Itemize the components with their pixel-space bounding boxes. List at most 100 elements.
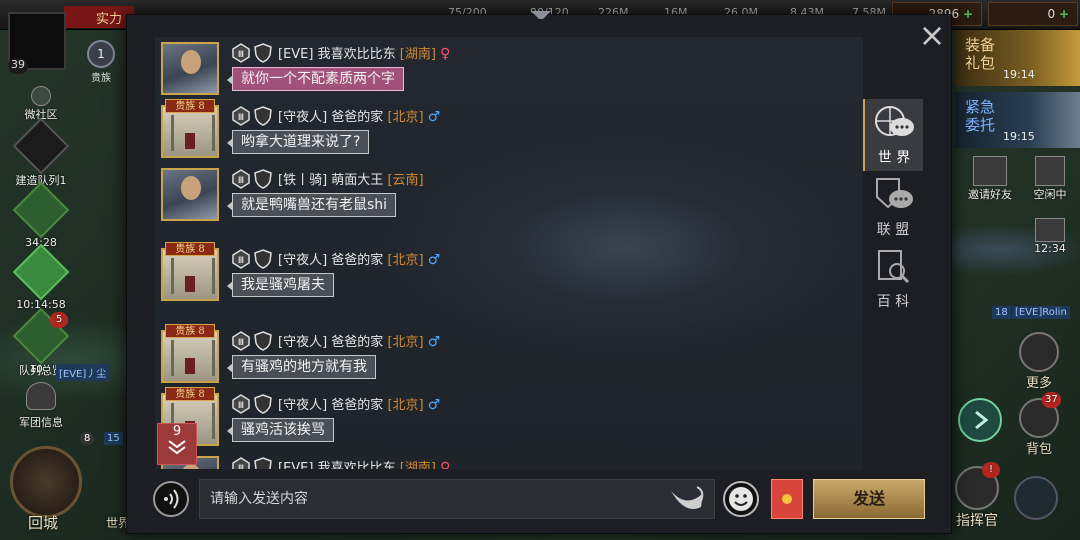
svg-text:Ⅲ: Ⅲ xyxy=(238,338,244,348)
gem-plus-icon[interactable]: + xyxy=(1059,7,1069,21)
bag-button[interactable]: 背包 37 xyxy=(1014,392,1064,457)
chat-message: 贵族 8 Ⅲ [守夜人] 爸爸的家 [北京] ♂ 骚鸡活该挨骂 xyxy=(155,387,855,448)
noble-tag: 贵族 8 xyxy=(165,324,215,338)
sender-name: 爸爸的家 xyxy=(331,253,384,268)
idle-timer[interactable]: 12:34 xyxy=(1022,218,1078,255)
more-button[interactable]: 更多 xyxy=(1014,332,1064,391)
collapse-chevron-icon[interactable] xyxy=(531,11,551,23)
sender-location: [湖南] xyxy=(399,461,436,469)
sender-name-line[interactable]: [守夜人] 爸爸的家 [北京] ♂ xyxy=(278,106,440,125)
close-button[interactable]: × xyxy=(917,19,947,51)
smiley-icon xyxy=(729,487,753,511)
chat-message-list[interactable]: Ⅲ [EVE] 我喜欢比比东 [湖南] ♀ 就你一个不配素质两个字 贵族 8 Ⅲ… xyxy=(155,37,863,469)
message-bubble[interactable]: 哟拿大道理来说了? xyxy=(226,130,370,154)
sender-name: 爸爸的家 xyxy=(331,335,384,350)
voice-button[interactable] xyxy=(153,481,189,517)
ally-level: 18 xyxy=(992,306,1011,319)
gem-value: 0 xyxy=(1047,7,1056,21)
message-bubble[interactable]: 就是鸭嘴兽还有老鼠shi xyxy=(226,193,397,217)
castle-upgrade-icon xyxy=(12,181,70,239)
tab-encyclopedia[interactable]: 百 科 xyxy=(863,243,923,315)
female-icon: ♀ xyxy=(440,46,451,62)
sender-name: 萌面大王 xyxy=(331,173,384,188)
sender-name-line[interactable]: [守夜人] 爸爸的家 [北京] ♂ xyxy=(278,394,440,413)
compass-button[interactable] xyxy=(1014,476,1058,520)
idle-status-button[interactable]: 空闲中 xyxy=(1022,156,1078,202)
gem-counter[interactable]: 0 + xyxy=(988,2,1078,26)
sender-alliance: [铁丨骑] xyxy=(278,173,328,188)
sender-alliance: [守夜人] xyxy=(278,398,328,413)
invite-friends-button[interactable]: 邀请好友 xyxy=(960,156,1020,202)
sender-name-line[interactable]: [铁丨骑] 萌面大王 [云南] xyxy=(278,169,424,188)
return-city-button[interactable] xyxy=(10,446,82,518)
bag-label: 背包 xyxy=(1025,442,1052,457)
player-level-badge-10: 10 xyxy=(30,364,43,375)
tab-alliance-label: 联 盟 xyxy=(876,222,910,238)
sender-avatar[interactable] xyxy=(161,168,219,221)
male-icon: ♂ xyxy=(427,252,441,268)
message-bubble[interactable]: 就你一个不配素质两个字 xyxy=(227,67,404,91)
sender-badges: Ⅲ xyxy=(231,330,275,351)
message-bubble[interactable]: 骚鸡活该挨骂 xyxy=(227,418,334,442)
noble-level: 1 xyxy=(87,40,115,68)
sender-name-line[interactable]: [守夜人] 爸爸的家 [北京] ♂ xyxy=(278,331,440,350)
sender-name-line[interactable]: [守夜人] 爸爸的家 [北京] ♂ xyxy=(278,249,440,268)
commander-badge: ! xyxy=(982,462,1000,478)
expand-arrow-button[interactable] xyxy=(958,398,1002,442)
sender-alliance: [守夜人] xyxy=(278,335,328,350)
sender-location: [湖南] xyxy=(399,47,436,62)
tab-world-label: 世 界 xyxy=(877,150,911,166)
power-label[interactable]: 实力 xyxy=(64,6,134,28)
tab-alliance[interactable]: 联 盟 xyxy=(863,171,923,243)
return-city-label: 回城 xyxy=(28,514,59,532)
male-icon: ♂ xyxy=(427,109,441,125)
chat-message: Ⅲ [铁丨骑] 萌面大王 [云南] 就是鸭嘴兽还有老鼠shi xyxy=(155,163,855,223)
player-avatar[interactable]: 39 xyxy=(8,12,66,74)
tab-world[interactable]: 世 界 xyxy=(863,99,923,171)
message-bubble[interactable]: 我是骚鸡屠夫 xyxy=(227,273,334,297)
noble-tag: 贵族 8 xyxy=(165,387,215,401)
message-bubble[interactable]: 有骚鸡的地方就有我 xyxy=(227,355,376,379)
gold-plus-icon[interactable]: + xyxy=(963,7,973,21)
unread-jump-button[interactable]: 9 xyxy=(157,423,197,465)
sender-name: 爸爸的家 xyxy=(331,398,384,413)
noble-button[interactable]: 1 贵族 xyxy=(84,40,118,84)
shield-icon xyxy=(254,42,272,63)
shield-icon xyxy=(254,105,272,126)
community-button[interactable]: 微社区 xyxy=(0,86,82,122)
rank-badge-icon: Ⅲ xyxy=(232,330,250,351)
sender-name-line[interactable]: [EVE] 我喜欢比比东 [湖南] ♀ xyxy=(278,43,450,62)
legion-info-button[interactable]: 军团信息 xyxy=(0,382,82,430)
horn-broadcast-button[interactable] xyxy=(667,481,707,517)
sender-badges: Ⅲ xyxy=(231,42,275,63)
queue-timer-1[interactable]: 34:28 xyxy=(0,181,82,249)
globe-chat-icon xyxy=(875,106,914,136)
sender-alliance: [EVE] xyxy=(278,461,314,469)
svg-text:Ⅲ: Ⅲ xyxy=(238,464,244,470)
red-packet-button[interactable] xyxy=(771,479,803,519)
idle-icon xyxy=(1035,156,1065,186)
queue-timer-2[interactable]: 10:14:58 xyxy=(0,243,82,311)
commander-label: 指挥官 xyxy=(956,513,998,529)
svg-text:Ⅲ: Ⅲ xyxy=(238,176,244,186)
chat-message-input[interactable] xyxy=(199,479,715,519)
emoji-button[interactable] xyxy=(723,481,759,517)
castle-icon xyxy=(12,117,70,175)
rank-badge-icon: Ⅲ xyxy=(232,42,250,63)
sender-avatar[interactable] xyxy=(161,42,219,95)
shield-icon xyxy=(254,168,272,189)
send-button[interactable]: 发送 xyxy=(813,479,925,519)
urgent-commission-button[interactable]: 紧急 委托 19:15 xyxy=(955,92,1080,148)
build-queue-button[interactable]: 建造队列1 xyxy=(0,117,82,188)
svg-text:Ⅲ: Ⅲ xyxy=(238,401,244,411)
commander-button[interactable]: 指挥官 ! xyxy=(950,462,1004,530)
more-label: 更多 xyxy=(1025,376,1052,391)
legion-info-label: 军团信息 xyxy=(19,416,63,429)
noble-label: 贵族 xyxy=(91,73,111,84)
sender-name-line[interactable]: [EVE] 我喜欢比比东 [湖南] ♀ xyxy=(278,457,450,469)
shield-icon xyxy=(254,456,272,469)
male-icon: ♂ xyxy=(427,334,441,350)
svg-text:Ⅲ: Ⅲ xyxy=(238,50,244,60)
equipment-pack-button[interactable]: 装备 礼包 19:14 xyxy=(955,30,1080,86)
idle-label: 空闲中 xyxy=(1033,188,1067,201)
